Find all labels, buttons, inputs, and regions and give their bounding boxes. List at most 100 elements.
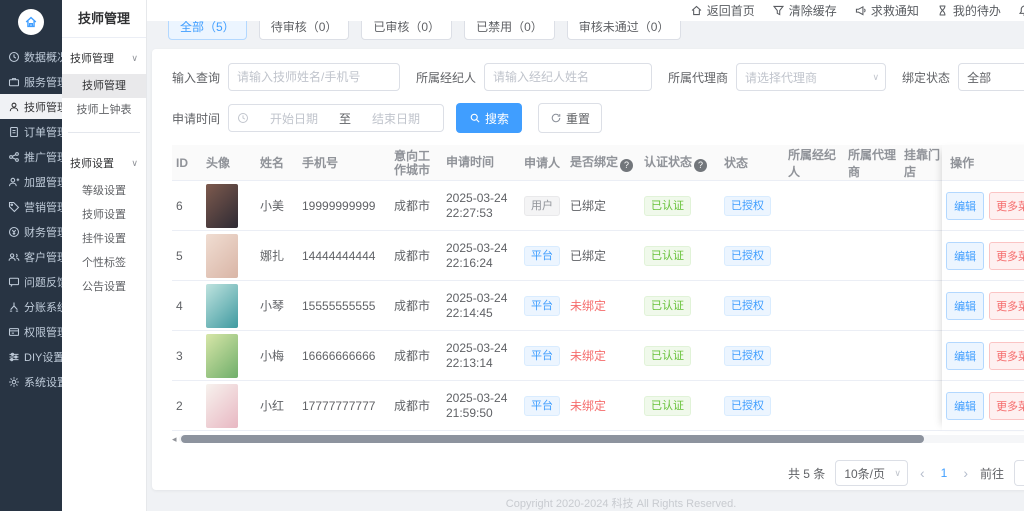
edit-button[interactable]: 编辑	[946, 292, 984, 320]
technician-avatar[interactable]	[206, 184, 238, 228]
bind-status-select[interactable]: 全部 ∨	[958, 63, 1024, 91]
sidebar-item-data-overview[interactable]: 数据概况	[0, 44, 62, 69]
agent-input[interactable]	[484, 63, 652, 91]
next-page-icon[interactable]: ›	[961, 465, 970, 481]
cell-bind-status: 未绑定	[566, 297, 640, 314]
end-date-placeholder: 结束日期	[357, 110, 435, 127]
nav-clear-cache[interactable]: 清除缓存	[772, 2, 837, 19]
sidebar-item-service-mgmt[interactable]: 服务管理	[0, 69, 62, 94]
technician-avatar[interactable]	[206, 284, 238, 328]
briefcase-icon	[8, 76, 20, 88]
cell-name: 娜扎	[256, 247, 298, 264]
cell-applicant: 平台	[520, 346, 566, 366]
cell-apply-time: 2025-03-2422:16:24	[442, 241, 520, 271]
cell-city: 成都市	[390, 199, 442, 213]
search-button[interactable]: 搜索	[456, 103, 522, 133]
cell-cert-status: 已认证	[640, 296, 720, 316]
technician-avatar[interactable]	[206, 234, 238, 278]
table-row: 3 小梅 16666666666 成都市 2025-03-2422:13:14 …	[172, 331, 1024, 381]
sidebar-item-permission-mgmt[interactable]: 权限管理	[0, 319, 62, 344]
nav-sos-notice[interactable]: 求救通知	[854, 2, 919, 19]
bell-icon	[1018, 4, 1024, 17]
nav-back-home[interactable]: 返回首页	[690, 2, 755, 19]
cell-name: 小梅	[256, 347, 298, 364]
app-root: 数据概况 服务管理 技师管理 订单管理 推广管理 加盟管理	[0, 0, 1024, 511]
submenu-item-technician-settings[interactable]: 技师设置	[62, 203, 146, 227]
submenu-item-technician-list[interactable]: 技师管理	[62, 74, 146, 98]
more-menu-button[interactable]: 更多菜单 ∨	[989, 242, 1024, 270]
status-tag: 已授权	[724, 296, 771, 316]
question-icon[interactable]: ?	[620, 159, 633, 172]
sidebar-item-technician-mgmt[interactable]: 技师管理	[0, 94, 62, 119]
edit-button[interactable]: 编辑	[946, 192, 984, 220]
more-menu-button[interactable]: 更多菜单 ∨	[989, 292, 1024, 320]
submenu-group-technician-mgmt[interactable]: 技师管理 ∨	[62, 38, 146, 74]
cell-apply-time: 2025-03-2421:59:50	[442, 391, 520, 421]
cell-id: 3	[172, 349, 202, 363]
start-date-placeholder: 开始日期	[255, 110, 333, 127]
col-name: 姓名	[256, 154, 298, 171]
sidebar-item-feedback[interactable]: 问题反馈	[0, 269, 62, 294]
applicant-tag: 平台	[524, 346, 560, 366]
sidebar-item-diy-settings[interactable]: DIY设置	[0, 344, 62, 369]
sidebar-item-customer-mgmt[interactable]: 客户管理	[0, 244, 62, 269]
more-menu-button[interactable]: 更多菜单 ∨	[989, 342, 1024, 370]
sidebar-item-finance-mgmt[interactable]: 财务管理	[0, 219, 62, 244]
query-label: 输入查询	[172, 69, 220, 86]
technician-avatar[interactable]	[206, 334, 238, 378]
submenu-item-technician-clock-table[interactable]: 技师上钟表	[62, 98, 146, 122]
megaphone-icon	[854, 4, 867, 17]
edit-button[interactable]: 编辑	[946, 342, 984, 370]
edit-button[interactable]: 编辑	[946, 392, 984, 420]
nav-notifications[interactable]	[1018, 4, 1024, 17]
main-area: 返回首页 清除缓存 求救通知 我的待办 admin ▾	[147, 0, 1024, 511]
row-actions: 编辑 更多菜单 ∨	[942, 231, 1024, 281]
applicant-tag: 平台	[524, 246, 560, 266]
cell-name: 小红	[256, 397, 298, 414]
submenu-item-notice-settings[interactable]: 公告设置	[62, 275, 146, 299]
submenu-group-technician-settings[interactable]: 技师设置 ∨	[62, 143, 146, 179]
copyright-footer: Copyright 2020-2024 科技 All Rights Reserv…	[152, 495, 1024, 511]
clock-icon	[237, 112, 249, 124]
submenu-item-widget-settings[interactable]: 挂件设置	[62, 227, 146, 251]
horizontal-scrollbar: ◂ ▸	[172, 434, 1024, 444]
technician-avatar[interactable]	[206, 384, 238, 428]
status-tag: 已授权	[724, 396, 771, 416]
refresh-icon	[550, 112, 562, 124]
sidebar-item-split-account[interactable]: 分账系统	[0, 294, 62, 319]
scroll-left-icon[interactable]: ◂	[172, 434, 177, 444]
reset-button[interactable]: 重置	[538, 103, 602, 133]
app-logo[interactable]	[0, 0, 62, 44]
col-cert-status: 认证状态?	[640, 153, 720, 172]
page-number[interactable]: 1	[937, 466, 952, 480]
sidebar-item-order-mgmt[interactable]: 订单管理	[0, 119, 62, 144]
secondary-sidebar: 技师管理 技师管理 ∨ 技师管理 技师上钟表 技师设置 ∨ 等级设置 技师设置 …	[62, 0, 147, 511]
submenu-item-level-settings[interactable]: 等级设置	[62, 179, 146, 203]
scrollbar-track[interactable]	[179, 435, 1024, 443]
cell-name: 小琴	[256, 297, 298, 314]
goto-page-input[interactable]	[1014, 460, 1024, 486]
agency-select[interactable]: 请选择代理商 ∨	[736, 63, 886, 91]
query-input[interactable]	[228, 63, 400, 91]
apply-time-range-picker[interactable]: 开始日期 至 结束日期	[228, 104, 444, 132]
more-menu-button[interactable]: 更多菜单 ∨	[989, 392, 1024, 420]
edit-button[interactable]: 编辑	[946, 242, 984, 270]
cell-city: 成都市	[390, 299, 442, 313]
more-menu-button[interactable]: 更多菜单 ∨	[989, 192, 1024, 220]
sidebar-item-franchise-mgmt[interactable]: 加盟管理	[0, 169, 62, 194]
nav-my-todo[interactable]: 我的待办	[936, 2, 1001, 19]
cell-id: 4	[172, 299, 202, 313]
sidebar-item-promotion-mgmt[interactable]: 推广管理	[0, 144, 62, 169]
sidebar-item-system-settings[interactable]: 系统设置	[0, 369, 62, 394]
col-status: 状态	[720, 154, 784, 171]
page-size-select[interactable]: 10条/页 ∨	[835, 460, 908, 486]
prev-page-icon[interactable]: ‹	[918, 465, 927, 481]
question-icon[interactable]: ?	[694, 159, 707, 172]
applicant-tag: 用户	[524, 196, 560, 216]
cell-city: 成都市	[390, 349, 442, 363]
submenu-item-personal-tags[interactable]: 个性标签	[62, 251, 146, 275]
gear-icon	[8, 376, 20, 388]
scrollbar-thumb[interactable]	[181, 435, 924, 443]
cell-bind-status: 未绑定	[566, 347, 640, 364]
sidebar-item-marketing-mgmt[interactable]: 营销管理	[0, 194, 62, 219]
